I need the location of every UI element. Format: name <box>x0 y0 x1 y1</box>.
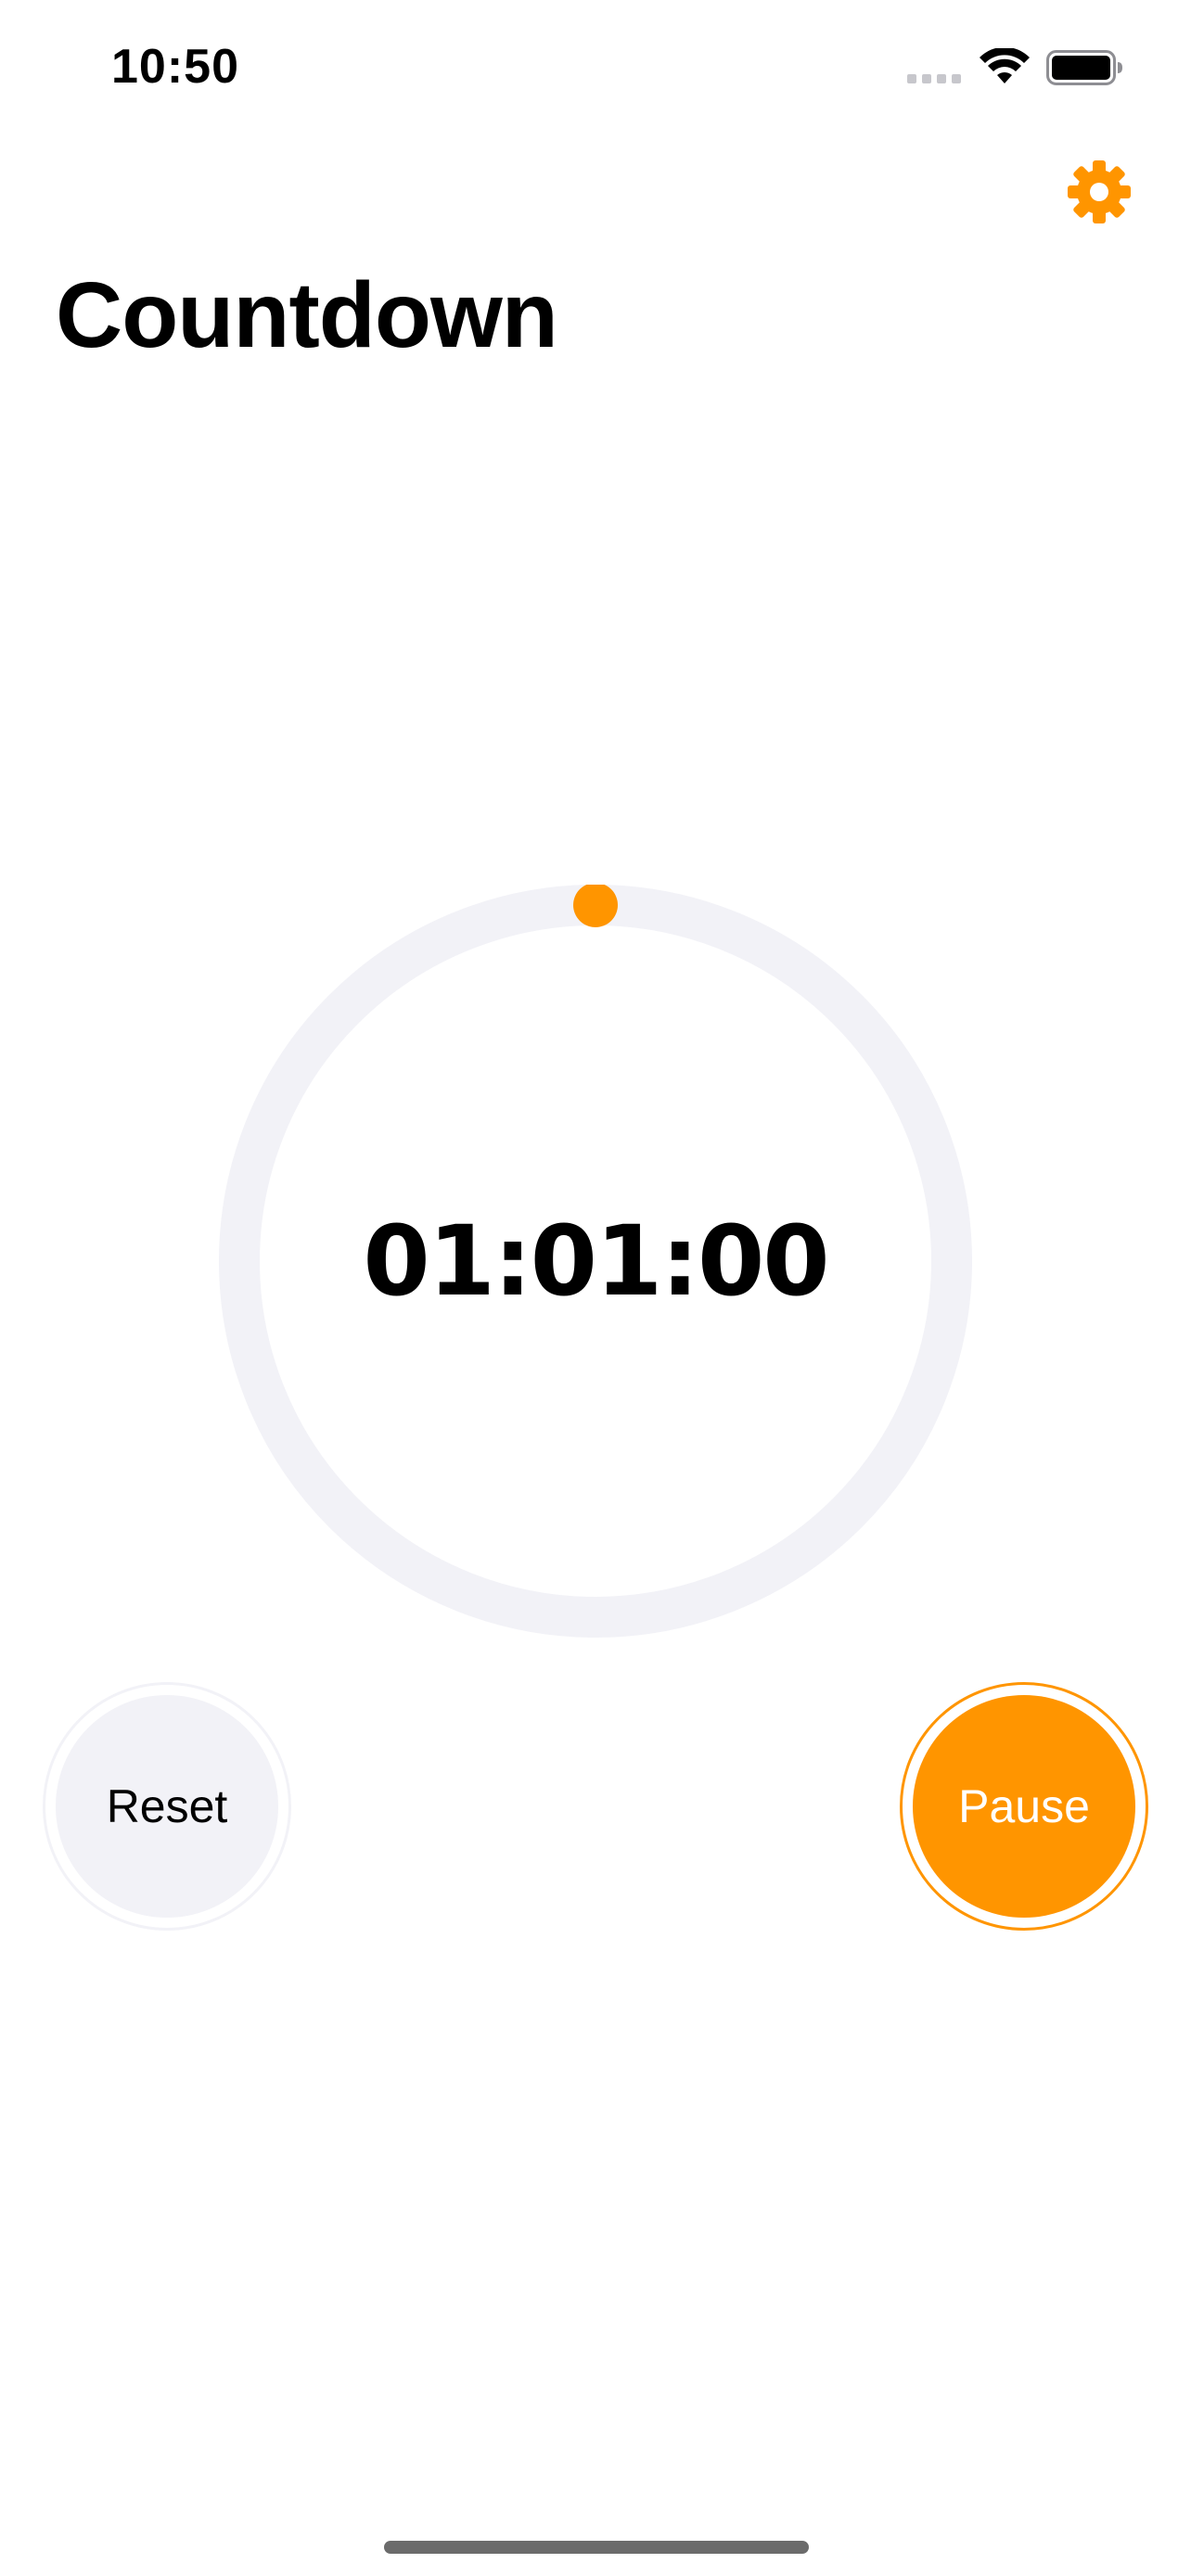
wifi-icon <box>980 48 1030 83</box>
settings-button[interactable] <box>1067 159 1132 224</box>
home-indicator <box>384 2541 809 2554</box>
pause-button-label: Pause <box>913 1695 1135 1918</box>
reset-button[interactable]: Reset <box>43 1682 291 1931</box>
status-time: 10:50 <box>111 40 239 94</box>
pause-button[interactable]: Pause <box>900 1682 1148 1931</box>
cellular-signal-icon <box>907 74 961 83</box>
status-bar: 10:50 <box>0 0 1191 139</box>
battery-icon <box>1046 50 1122 85</box>
gear-icon <box>1068 160 1131 223</box>
page-title: Countdown <box>56 263 558 367</box>
timer-display: 01:01:00 <box>363 1205 829 1318</box>
reset-button-label: Reset <box>56 1695 278 1918</box>
